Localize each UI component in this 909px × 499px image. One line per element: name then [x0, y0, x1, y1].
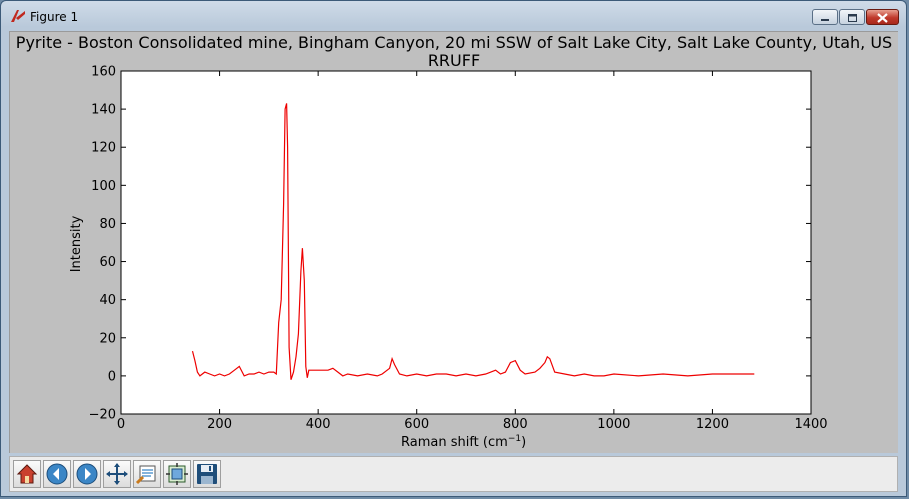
x-tick-label: 200 [207, 417, 232, 432]
y-tick-label: 100 [91, 179, 116, 194]
y-tick-label: 120 [91, 141, 116, 156]
x-tick-label: 1000 [597, 417, 630, 432]
restore-icon [848, 14, 857, 22]
configure-subplots-button[interactable] [163, 460, 191, 488]
x-tick-label: 600 [404, 417, 429, 432]
pan-move-icon [106, 463, 128, 485]
save-button[interactable] [193, 460, 221, 488]
save-floppy-icon [197, 464, 217, 484]
maximize-button[interactable] [839, 9, 865, 25]
home-icon [16, 464, 38, 484]
x-axis-label-text: Raman shift (cm [401, 435, 508, 450]
home-button[interactable] [13, 460, 41, 488]
y-tick-label: 40 [99, 293, 116, 308]
zoom-button[interactable] [133, 460, 161, 488]
configure-subplots-icon [166, 463, 188, 485]
plot-area [120, 70, 812, 415]
zoom-to-rectangle-icon [135, 465, 156, 485]
figure-window: Figure 1 Pyrite - Boston Consolidated mi… [0, 0, 907, 497]
back-arrow-icon [46, 463, 68, 485]
y-tick-label: 20 [99, 331, 116, 346]
y-tick-label: 140 [91, 103, 116, 118]
y-tick-label: 0 [108, 369, 116, 384]
close-button[interactable] [866, 9, 899, 25]
y-axis-label: Intensity [69, 215, 84, 272]
y-tick-label: 160 [91, 65, 116, 80]
close-icon [877, 13, 888, 23]
x-axis-label: Raman shift (cm−1) [401, 434, 526, 450]
pan-button[interactable] [103, 460, 131, 488]
back-button[interactable] [43, 460, 71, 488]
chart: Pyrite - Boston Consolidated mine, Bingh… [16, 33, 892, 450]
minimize-button[interactable] [812, 9, 838, 25]
title-bar[interactable]: Figure 1 [1, 1, 906, 31]
chart-subtitle: RRUFF [428, 51, 480, 70]
forward-button[interactable] [73, 460, 101, 488]
y-tick-label: −20 [89, 408, 116, 423]
navigation-toolbar [9, 456, 898, 492]
minimize-icon [821, 19, 829, 21]
window-title: Figure 1 [30, 10, 79, 24]
x-tick-label: 0 [117, 417, 125, 432]
y-tick-label: 60 [99, 255, 116, 270]
x-tick-label: 1400 [794, 417, 827, 432]
figure-canvas: Pyrite - Boston Consolidated mine, Bingh… [9, 31, 898, 453]
x-axis-label-superscript: −1 [508, 434, 521, 444]
forward-arrow-icon [76, 463, 98, 485]
x-tick-label: 800 [503, 417, 528, 432]
y-tick-label: 80 [99, 217, 116, 232]
x-axis-label-close: ) [521, 435, 526, 450]
tk-feather-icon [11, 10, 25, 22]
chart-title: Pyrite - Boston Consolidated mine, Bingh… [16, 33, 892, 52]
x-tick-label: 400 [306, 417, 331, 432]
x-tick-label: 1200 [696, 417, 729, 432]
